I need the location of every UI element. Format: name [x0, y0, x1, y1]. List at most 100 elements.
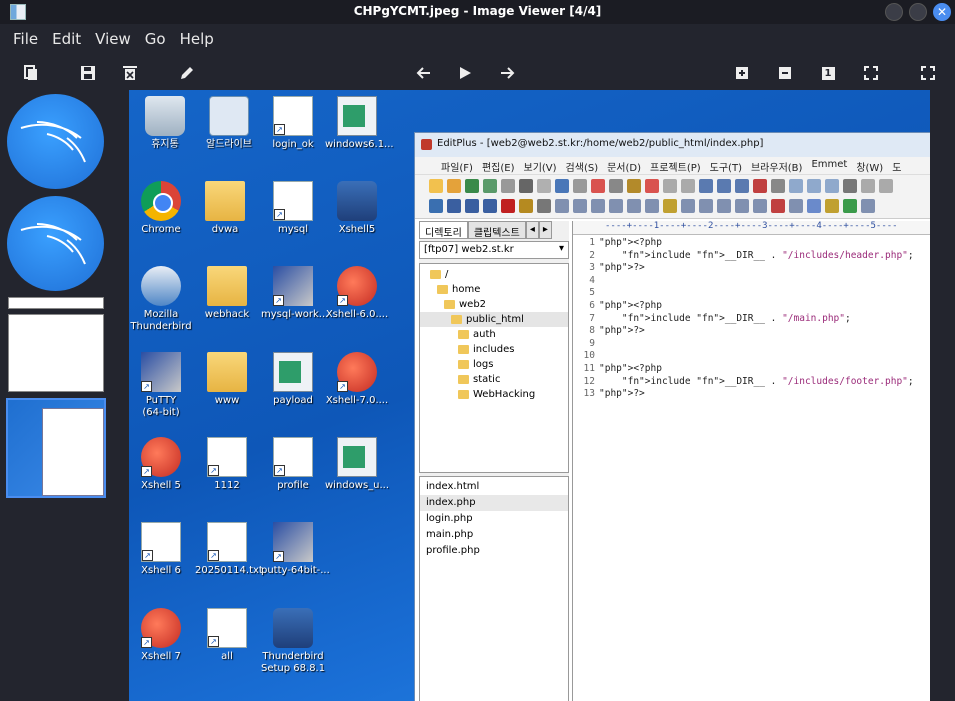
- menu-file[interactable]: File: [6, 26, 45, 52]
- edit-pencil-icon[interactable]: [178, 64, 196, 82]
- shortcut-arrow-icon: ↗: [141, 381, 152, 392]
- desktop-icon[interactable]: www: [195, 352, 259, 407]
- doc-icon: ↗: [207, 437, 247, 477]
- thumbnail-document[interactable]: [8, 314, 104, 392]
- desktop-icon[interactable]: ↗ mysql-work...: [261, 266, 328, 321]
- editplus-menu-item[interactable]: 프로젝트(P): [650, 159, 701, 174]
- desktop-icon[interactable]: webhack: [195, 266, 259, 321]
- desktop-icon[interactable]: ↗ login_ok: [261, 96, 325, 151]
- menu-go[interactable]: Go: [138, 26, 173, 52]
- thumbnail-screenshot-strip[interactable]: [8, 297, 104, 309]
- desktop-icon[interactable]: 알드라이브: [197, 96, 261, 151]
- editplus-toolbar-row-2: [429, 199, 930, 217]
- desktop-icon[interactable]: ↗ profile: [261, 437, 325, 492]
- editplus-menu-item[interactable]: 문서(D): [607, 159, 641, 174]
- desktop-icon[interactable]: ↗ Xshell 6: [129, 522, 193, 577]
- close-button[interactable]: ✕: [933, 3, 951, 21]
- desktop-icon-label: Xshell-6.0....: [325, 309, 389, 320]
- desktop-icon[interactable]: Mozilla Thunderbird: [129, 266, 193, 333]
- tree-folder[interactable]: includes: [420, 342, 568, 357]
- desktop-icon[interactable]: ↗ 1112: [195, 437, 259, 492]
- editplus-menu-item[interactable]: 창(W): [856, 159, 883, 174]
- editplus-menu-item[interactable]: 파일(F): [441, 159, 473, 174]
- file-list-item[interactable]: login.php: [420, 511, 568, 527]
- maximize-button[interactable]: [909, 3, 927, 21]
- kali-dragon-icon: [20, 121, 86, 163]
- zoom-out-icon[interactable]: [776, 64, 794, 82]
- menu-help[interactable]: Help: [173, 26, 221, 52]
- tree-folder[interactable]: WebHacking: [420, 387, 568, 402]
- play-slideshow-icon[interactable]: [456, 64, 474, 82]
- tree-folder[interactable]: public_html: [420, 312, 568, 327]
- menu-view[interactable]: View: [88, 26, 138, 52]
- shortcut-arrow-icon: ↗: [208, 550, 219, 561]
- tab-directory[interactable]: 디렉토리: [419, 221, 468, 239]
- file-list-item[interactable]: index.php: [420, 495, 568, 511]
- code-line: 11 "php"><?php: [573, 363, 930, 376]
- open-file-icon[interactable]: [22, 64, 40, 82]
- tree-folder[interactable]: logs: [420, 357, 568, 372]
- shell-icon: ↗: [141, 608, 181, 648]
- editplus-menu-item[interactable]: 편집(E): [482, 159, 515, 174]
- tab-scroll-right-icon[interactable]: ▸: [538, 221, 552, 239]
- editplus-menu-item[interactable]: 도구(T): [710, 159, 742, 174]
- file-list-item[interactable]: profile.php: [420, 543, 568, 559]
- ftp-account-select[interactable]: [ftp07] web2.st.kr: [419, 241, 569, 259]
- fit-window-icon[interactable]: [862, 64, 880, 82]
- desktop-icon[interactable]: ↗ Xshell 7: [129, 608, 193, 663]
- desktop-icon[interactable]: dvwa: [193, 181, 257, 236]
- line-number: 5: [589, 287, 595, 299]
- tab-scroll-left-icon[interactable]: ◂: [525, 221, 539, 239]
- desktop-icon[interactable]: ↗ Xshell-6.0....: [325, 266, 389, 321]
- desktop-icon-label: 휴지통: [151, 139, 179, 150]
- tree-folder[interactable]: static: [420, 372, 568, 387]
- minimize-button[interactable]: [885, 3, 903, 21]
- editplus-menu-item[interactable]: 보기(V): [524, 159, 557, 174]
- fullscreen-icon[interactable]: [919, 64, 937, 82]
- line-number: 4: [589, 274, 595, 286]
- desktop-icon[interactable]: Xshell5: [325, 181, 389, 236]
- editplus-sidebar: 디렉토리 클립텍스트 ◂ ▸ [ftp07] web2.st.kr /home w…: [419, 221, 569, 701]
- tree-folder[interactable]: web2: [420, 297, 568, 312]
- shell-icon: ↗: [141, 437, 181, 477]
- previous-arrow-icon[interactable]: [414, 64, 432, 82]
- file-list-item[interactable]: index.html: [420, 479, 568, 495]
- delete-icon[interactable]: [121, 64, 139, 82]
- code-text: "php"><?php: [599, 237, 662, 248]
- menu-edit[interactable]: Edit: [45, 26, 88, 52]
- editplus-menu-item[interactable]: 브라우저(B): [751, 159, 802, 174]
- desktop-icon[interactable]: ↗ 20250114.txt: [195, 522, 263, 577]
- editplus-menu-item[interactable]: Emmet: [811, 159, 847, 174]
- win-app-icon: [337, 437, 377, 477]
- desktop-icon[interactable]: payload: [261, 352, 325, 407]
- tree-folder[interactable]: auth: [420, 327, 568, 342]
- desktop-icon[interactable]: 휴지통: [133, 96, 197, 151]
- desktop-icon[interactable]: ↗ Xshell-7.0....: [325, 352, 389, 407]
- thumbnail-kali-logo-2[interactable]: [7, 196, 104, 291]
- zoom-original-icon[interactable]: 1: [819, 64, 837, 82]
- thumbnail-kali-logo-1[interactable]: [7, 94, 104, 189]
- editplus-menu-item[interactable]: 도: [892, 159, 901, 174]
- next-arrow-icon[interactable]: [499, 64, 517, 82]
- tree-folder[interactable]: /: [420, 267, 568, 282]
- shortcut-arrow-icon: ↗: [141, 637, 152, 648]
- desktop-icon[interactable]: ↗ putty-64bit-...: [261, 522, 330, 577]
- tab-cliptext[interactable]: 클립텍스트: [467, 221, 526, 239]
- desktop-icon[interactable]: ↗ PuTTY (64-bit): [129, 352, 193, 419]
- desktop-icon[interactable]: Thunderbird Setup 68.8.1: [261, 608, 325, 675]
- file-list-item[interactable]: main.php: [420, 527, 568, 543]
- zoom-in-icon[interactable]: [733, 64, 751, 82]
- tree-folder[interactable]: home: [420, 282, 568, 297]
- desktop-icon[interactable]: ↗ mysql: [261, 181, 325, 236]
- desktop-icon[interactable]: ↗ Xshell 5: [129, 437, 193, 492]
- desktop-icon[interactable]: windows6.1...: [325, 96, 394, 151]
- thumbnail-current-desktop[interactable]: [6, 398, 106, 498]
- desktop-icon[interactable]: Chrome: [129, 181, 193, 236]
- save-icon[interactable]: [79, 64, 97, 82]
- image-canvas[interactable]: 휴지통 알드라이브 ↗ login_ok windows6.1... Chrome dvwa…: [129, 90, 930, 701]
- code-editor[interactable]: ----+----1----+----2----+----3----+----4…: [572, 221, 930, 701]
- folder-icon: [451, 315, 462, 324]
- desktop-icon[interactable]: windows_u...: [325, 437, 389, 492]
- editplus-menu-item[interactable]: 검색(S): [566, 159, 599, 174]
- desktop-icon[interactable]: ↗ all: [195, 608, 259, 663]
